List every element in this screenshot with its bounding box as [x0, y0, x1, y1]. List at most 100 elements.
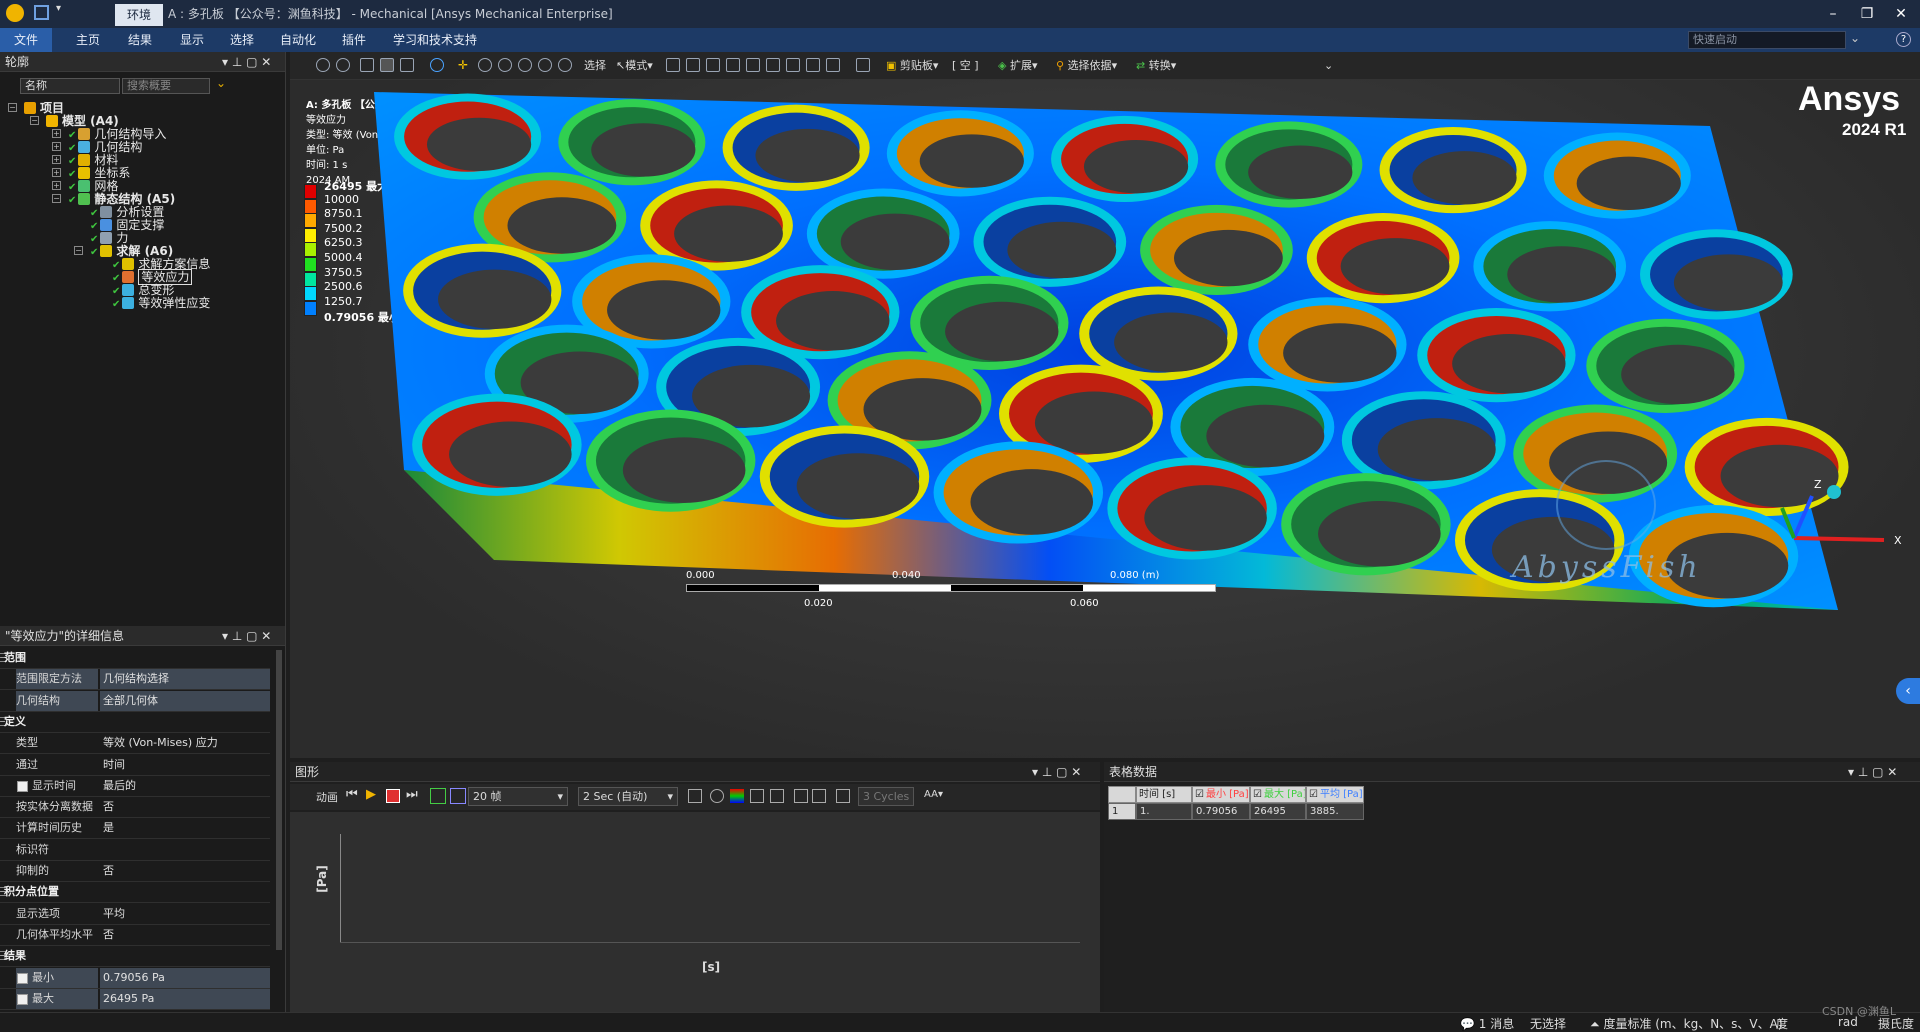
menu-display[interactable]: 显示: [180, 28, 204, 52]
select-vertex-icon[interactable]: [666, 58, 680, 72]
graph-plot-area[interactable]: [Pa] [s]: [290, 812, 1100, 1012]
cube-icon[interactable]: [360, 58, 374, 72]
column-checkbox-icon[interactable]: ☑: [1309, 789, 1318, 800]
convert-button[interactable]: ⇄ 转换▾: [1136, 58, 1176, 74]
parameter-checkbox[interactable]: [17, 993, 28, 1005]
select-node-icon[interactable]: [746, 58, 760, 72]
details-group-header[interactable]: − 积分点位置: [0, 882, 270, 904]
table-cell[interactable]: 3885.: [1306, 803, 1364, 820]
export-video-icon[interactable]: [688, 789, 702, 803]
details-value[interactable]: 平均: [100, 904, 270, 924]
details-value[interactable]: 26495 Pa: [100, 988, 270, 1009]
tree-expander[interactable]: +: [52, 129, 61, 138]
details-row[interactable]: 按实体分离数据否: [0, 797, 270, 819]
mode-button[interactable]: ↖模式▾: [616, 58, 653, 74]
details-row[interactable]: 几何体平均水平否: [0, 925, 270, 946]
stop-icon[interactable]: [386, 789, 400, 803]
zoom-in-icon[interactable]: [316, 58, 330, 72]
app-icon[interactable]: [6, 4, 24, 22]
details-value[interactable]: 等效 (Von-Mises) 应力: [100, 733, 270, 753]
minimize-button[interactable]: –: [1818, 0, 1848, 28]
distributed-frames-icon[interactable]: [430, 788, 446, 804]
menu-plugins[interactable]: 插件: [342, 28, 366, 52]
details-value[interactable]: 时间: [100, 755, 270, 775]
save-icon[interactable]: [34, 5, 49, 20]
table-column-header[interactable]: 时间 [s]: [1136, 786, 1192, 803]
pin-icon[interactable]: ▾ ⊥ ▢ ✕: [222, 52, 271, 72]
screenshot-icon[interactable]: [794, 789, 808, 803]
details-group-header[interactable]: − 结果: [0, 946, 270, 968]
table-row-header[interactable]: 1: [1108, 803, 1136, 820]
annotation-icon[interactable]: [826, 58, 840, 72]
parameter-checkbox[interactable]: [17, 972, 28, 984]
duration-select[interactable]: 2 Sec (自动) ▾: [578, 787, 678, 806]
result-sets-icon[interactable]: [450, 788, 466, 804]
table-cell[interactable]: 1.: [1136, 803, 1192, 820]
name-filter-dropdown[interactable]: 名称: [20, 78, 120, 94]
details-row[interactable]: 范围限定方法 几何结构选择: [0, 669, 270, 691]
graphics-viewport[interactable]: A: 多孔板 【公众号：渊鱼科技】 等效应力 类型: 等效 (Von-Mises…: [290, 80, 1920, 758]
details-value[interactable]: 全部几何体: [100, 690, 270, 711]
details-pin-icon[interactable]: ▾ ⊥ ▢ ✕: [222, 626, 271, 646]
select-face-icon[interactable]: [706, 58, 720, 72]
select-body-icon[interactable]: [726, 58, 740, 72]
menu-automation[interactable]: 自动化: [280, 28, 316, 52]
details-row[interactable]: 计算时间历史 是: [0, 818, 270, 840]
clipboard-button[interactable]: ▣ 剪贴板▾: [886, 58, 938, 74]
select-mesh-icon[interactable]: [786, 58, 800, 72]
select-edge-icon[interactable]: [686, 58, 700, 72]
tree-expander[interactable]: −: [30, 116, 39, 125]
details-row[interactable]: 通过 时间: [0, 755, 270, 776]
frames-select[interactable]: 20 帧 ▾: [468, 787, 568, 806]
details-row[interactable]: 抑制的 否: [0, 861, 270, 882]
details-group-header[interactable]: − 定义: [0, 712, 270, 733]
multi-view-icon[interactable]: [400, 58, 414, 72]
chevron-down-icon[interactable]: ⌄: [1850, 31, 1860, 45]
zoom-graph-icon[interactable]: [710, 789, 724, 803]
extend-button[interactable]: ◈ 扩展▾: [998, 58, 1038, 74]
pan-icon[interactable]: ✛: [458, 58, 472, 72]
column-checkbox-icon[interactable]: ☑: [1253, 789, 1262, 800]
zoom-icon[interactable]: [478, 58, 492, 72]
angle-unit-degree[interactable]: 度: [1776, 1015, 1788, 1032]
zoom-out-icon[interactable]: [336, 58, 350, 72]
collapse-side-panel-button[interactable]: ‹: [1896, 678, 1920, 704]
axis-triad[interactable]: Z X: [1774, 478, 1914, 558]
details-row[interactable]: 标识符: [0, 840, 270, 861]
zoom-box-icon[interactable]: [498, 58, 512, 72]
quick-access-dropdown-icon[interactable]: ▾: [56, 3, 61, 14]
table-cell[interactable]: 0.79056: [1192, 803, 1250, 820]
camera-icon[interactable]: [812, 789, 826, 803]
details-row[interactable]: 最小 0.79056 Pa: [0, 967, 270, 989]
menu-results[interactable]: 结果: [128, 28, 152, 52]
table-pin-icon[interactable]: ▾ ⊥ ▢ ✕: [1848, 762, 1897, 782]
zoom-fit-icon[interactable]: [518, 58, 532, 72]
plate-model[interactable]: [290, 80, 1920, 758]
details-value[interactable]: 0.79056 Pa: [100, 967, 270, 988]
outline-search-input[interactable]: 搜索概要: [122, 78, 210, 94]
table-column-header[interactable]: ☑ 最大 [Pa]: [1250, 786, 1306, 803]
close-button[interactable]: ✕: [1886, 0, 1916, 28]
details-row[interactable]: 几何结构 全部几何体: [0, 690, 270, 712]
menu-file[interactable]: 文件: [0, 28, 53, 52]
tree-expander[interactable]: +: [52, 181, 61, 190]
details-row[interactable]: 最大 26495 Pa: [0, 988, 270, 1010]
tree-expander[interactable]: −: [74, 246, 83, 255]
help-icon[interactable]: ?: [1896, 32, 1911, 47]
select-element-face-icon[interactable]: [806, 58, 820, 72]
timeline-icon[interactable]: [836, 789, 850, 803]
parameter-checkbox[interactable]: [17, 780, 28, 792]
details-scrollbar[interactable]: [276, 650, 282, 950]
details-group-header[interactable]: − 范围: [0, 648, 270, 669]
tree-expander[interactable]: +: [52, 168, 61, 177]
tree-item[interactable]: ✔ 等效弹性应变: [112, 295, 210, 311]
zoom-previous-icon[interactable]: [558, 58, 572, 72]
tree-expander[interactable]: −: [8, 103, 17, 112]
details-value[interactable]: 否: [100, 925, 270, 945]
table-column-header[interactable]: ☑ 平均 [Pa]: [1306, 786, 1364, 803]
tree-expander[interactable]: +: [52, 142, 61, 151]
temperature-unit[interactable]: 摄氏度: [1878, 1015, 1914, 1032]
details-value[interactable]: 几何结构选择: [100, 669, 270, 690]
menu-selection[interactable]: 选择: [230, 28, 254, 52]
details-value[interactable]: 最后的: [100, 776, 270, 796]
